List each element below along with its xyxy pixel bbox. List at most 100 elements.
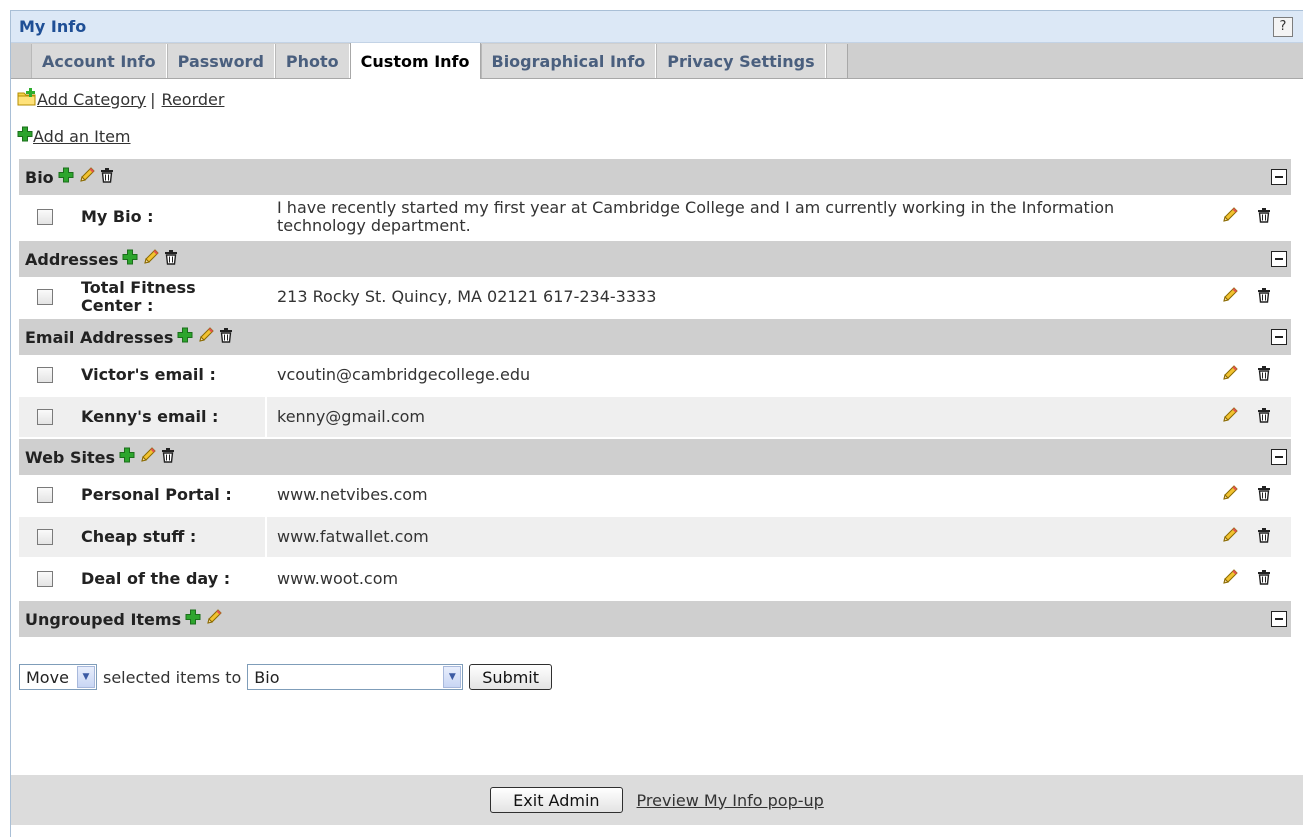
item-value: 213 Rocky St. Quincy, MA 02121 617-234-3… (277, 287, 657, 306)
collapse-icon[interactable] (1271, 251, 1287, 267)
item-row: My Bio : I have recently started my first… (19, 195, 1291, 241)
tab-password[interactable]: Password (166, 44, 275, 78)
trash-icon[interactable] (1257, 527, 1271, 547)
category-title-group: Ungrouped Items (25, 608, 223, 630)
exit-admin-button[interactable]: Exit Admin (490, 787, 623, 813)
pencil-icon[interactable] (78, 166, 96, 188)
tab-photo[interactable]: Photo (274, 44, 350, 78)
move-action-select[interactable]: Move ▼ (19, 664, 97, 690)
item-checkbox[interactable] (37, 409, 53, 425)
preview-popup-link[interactable]: Preview My Info pop-up (637, 791, 824, 810)
pencil-icon[interactable] (1221, 568, 1239, 590)
chevron-down-icon[interactable]: ▼ (77, 666, 95, 688)
item-checkbox[interactable] (37, 529, 53, 545)
item-label: Total Fitness Center : (71, 277, 267, 317)
trash-icon[interactable] (164, 249, 178, 269)
pencil-icon[interactable] (1221, 526, 1239, 548)
item-checkbox[interactable] (37, 367, 53, 383)
category-list: Bio My Bio : I have recently started my fi… (19, 159, 1291, 637)
submit-button[interactable]: Submit (469, 664, 553, 690)
item-checkbox[interactable] (37, 209, 53, 225)
item-label: Deal of the day : (71, 559, 267, 599)
pencil-icon[interactable] (197, 326, 215, 348)
plus-icon[interactable] (122, 249, 138, 269)
trash-icon[interactable] (1257, 207, 1271, 227)
add-category-link[interactable]: Add Category (37, 90, 146, 109)
help-button[interactable]: ? (1273, 16, 1293, 37)
pencil-icon[interactable] (139, 446, 157, 468)
pencil-icon[interactable] (1221, 484, 1239, 506)
pencil-icon[interactable] (142, 248, 160, 270)
plus-icon[interactable] (58, 167, 74, 187)
panel-title: My Info (19, 17, 87, 36)
trash-icon[interactable] (1257, 485, 1271, 505)
item-row: Victor's email : vcoutin@cambridgecollege… (19, 355, 1291, 397)
trash-icon[interactable] (219, 327, 233, 347)
trash-icon[interactable] (100, 167, 114, 187)
reorder-link[interactable]: Reorder (162, 90, 225, 109)
category-name: Email Addresses (25, 327, 174, 347)
trash-icon[interactable] (1257, 569, 1271, 589)
trash-icon[interactable] (1257, 287, 1271, 307)
category-header: Web Sites (19, 439, 1291, 475)
tab-account-info[interactable]: Account Info (31, 44, 167, 78)
collapse-icon[interactable] (1271, 449, 1287, 465)
chevron-down-icon[interactable]: ▼ (443, 666, 462, 688)
pencil-icon[interactable] (1221, 406, 1239, 428)
item-row: Personal Portal : www.netvibes.com (19, 475, 1291, 517)
item-label: Cheap stuff : (71, 517, 267, 557)
item-value: www.fatwallet.com (277, 527, 429, 546)
move-action-value: Move (26, 667, 69, 687)
item-label: Personal Portal : (71, 475, 267, 515)
item-value: vcoutin@cambridgecollege.edu (277, 365, 531, 384)
category-name: Ungrouped Items (25, 609, 182, 629)
folder-add-icon[interactable] (17, 88, 37, 110)
category-name: Bio (25, 167, 54, 187)
category-title-group: Email Addresses (25, 326, 233, 348)
category-header: Email Addresses (19, 319, 1291, 355)
pencil-icon[interactable] (205, 608, 223, 630)
collapse-icon[interactable] (1271, 169, 1287, 185)
category-title-group: Addresses (25, 248, 178, 270)
plus-icon[interactable] (185, 609, 201, 629)
category-header: Bio (19, 159, 1291, 195)
pencil-icon[interactable] (1221, 286, 1239, 308)
trash-icon[interactable] (1257, 407, 1271, 427)
tab-privacy-settings[interactable]: Privacy Settings (656, 44, 826, 78)
item-label: My Bio : (71, 195, 267, 239)
add-item-link[interactable]: Add an Item (33, 127, 131, 146)
category-title-group: Bio (25, 166, 114, 188)
collapse-icon[interactable] (1271, 611, 1287, 627)
category-header: Addresses (19, 241, 1291, 277)
item-row: Total Fitness Center : 213 Rocky St. Quin… (19, 277, 1291, 319)
target-category-select[interactable]: Bio ▼ (247, 664, 464, 690)
category-name: Addresses (25, 249, 119, 269)
plus-icon[interactable] (17, 126, 33, 146)
trash-icon[interactable] (161, 447, 175, 467)
collapse-icon[interactable] (1271, 329, 1287, 345)
target-category-value: Bio (254, 667, 280, 687)
trash-icon[interactable] (1257, 365, 1271, 385)
pencil-icon[interactable] (1221, 206, 1239, 228)
link-separator: | (150, 89, 156, 109)
tab-bar: Account Info Password Photo Custom Info Biog… (11, 43, 1303, 79)
title-bar: My Info ? (11, 11, 1303, 43)
category-title-group: Web Sites (25, 446, 175, 468)
item-checkbox[interactable] (37, 487, 53, 503)
category-name: Web Sites (25, 447, 115, 467)
tab-strip-end (825, 44, 848, 78)
item-checkbox[interactable] (37, 571, 53, 587)
item-row: Cheap stuff : www.fatwallet.com (19, 517, 1291, 559)
add-item-row: Add an Item (11, 119, 1303, 153)
item-row: Kenny's email : kenny@gmail.com (19, 397, 1291, 439)
pencil-icon[interactable] (1221, 364, 1239, 386)
tab-custom-info[interactable]: Custom Info (349, 43, 481, 79)
category-toolbar: Add Category | Reorder (11, 79, 1303, 119)
plus-icon[interactable] (177, 327, 193, 347)
footer-bar: Exit Admin Preview My Info pop-up (11, 775, 1303, 825)
move-text: selected items to (103, 667, 242, 687)
tab-biographical-info[interactable]: Biographical Info (480, 44, 657, 78)
item-checkbox[interactable] (37, 289, 53, 305)
plus-icon[interactable] (119, 447, 135, 467)
item-label: Kenny's email : (71, 397, 267, 437)
